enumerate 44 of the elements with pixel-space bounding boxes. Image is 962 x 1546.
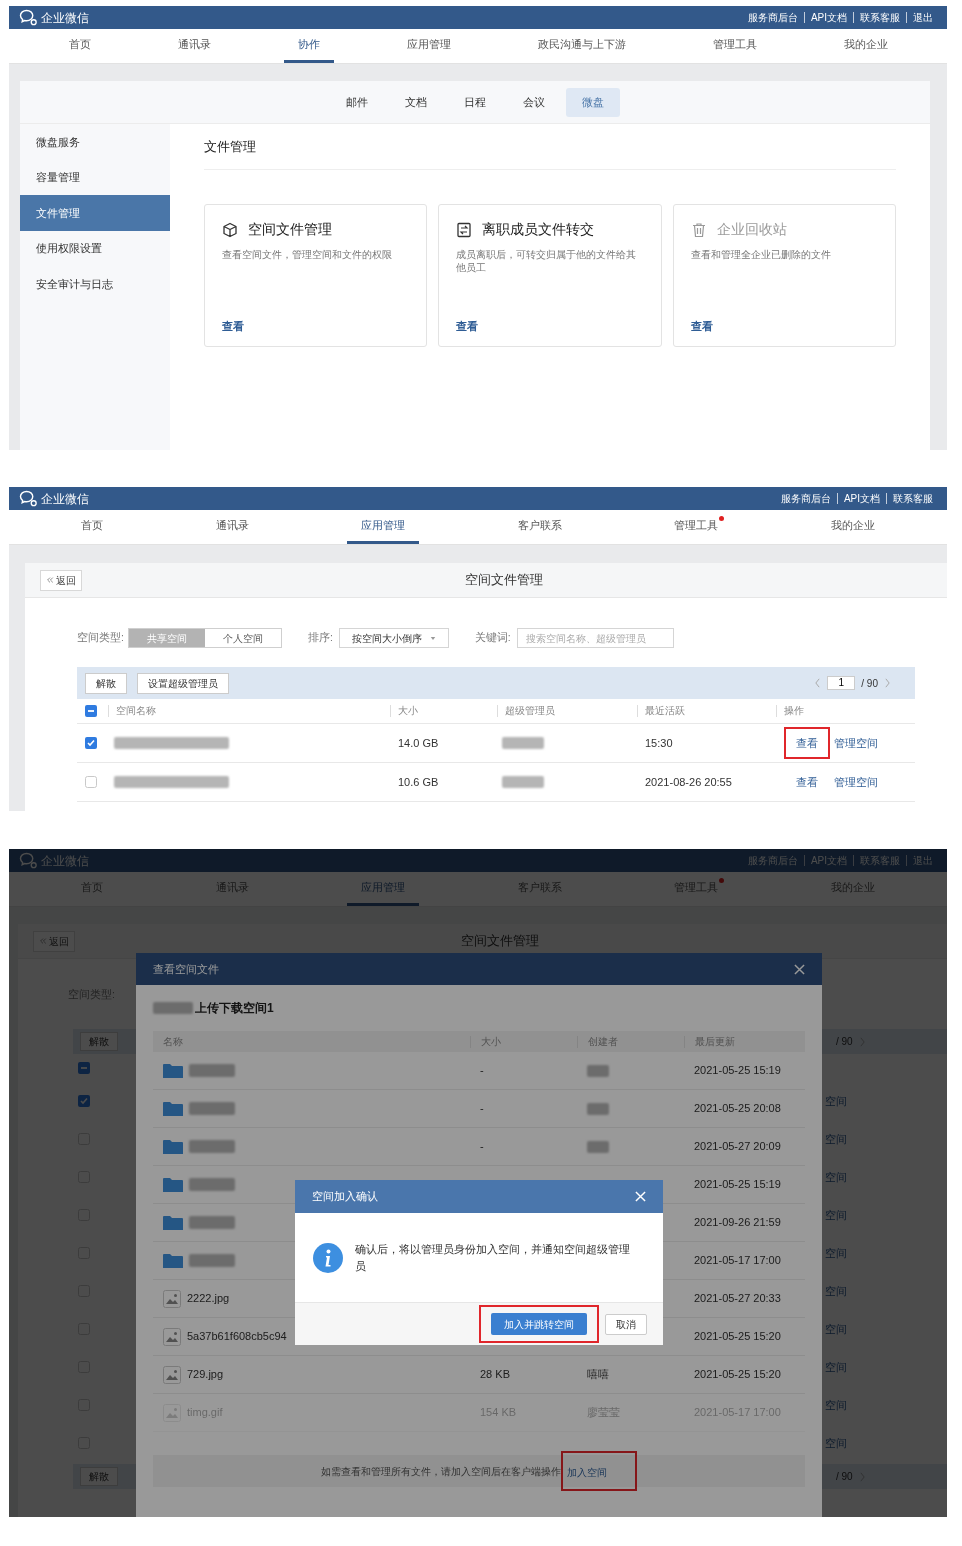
- column-header: 超级管理员: [497, 705, 555, 717]
- column-header: 空间名称: [108, 705, 156, 717]
- dialog-message: 确认后，将以管理员身份加入空间，并通知空间超级管理员: [355, 1241, 631, 1274]
- table-cell: 2021-08-26 20:55: [645, 775, 732, 788]
- filter-label: 关键词:: [474, 630, 511, 646]
- card-description: 查看空间文件，管理空间和文件的权限: [222, 248, 393, 261]
- card-description: 成员离职后，可转交归属于他的文件给其他员工: [456, 248, 638, 274]
- table-cell: 2021-05-27 20:33: [694, 1292, 781, 1305]
- table-cell: 2021-05-25 20:08: [694, 1102, 781, 1115]
- table-cell: 2021-05-25 15:19: [694, 1178, 781, 1191]
- table-cell: -: [480, 1064, 484, 1077]
- table-cell: -: [480, 1140, 484, 1153]
- card-title: 空间文件管理: [248, 220, 332, 239]
- table-cell: 14.0 GB: [398, 736, 439, 749]
- card-title: 离职成员文件转交: [482, 220, 595, 239]
- column-header: 大小: [390, 705, 418, 717]
- table-cell: 28 KB: [480, 1368, 510, 1381]
- dialog-title: 空间加入确认: [312, 1189, 378, 1205]
- dialog-title: 查看空间文件: [153, 961, 219, 977]
- filter-label: 排序:: [307, 630, 333, 646]
- space-name: 上传下载空间1: [195, 1000, 274, 1017]
- page-total: / 90: [861, 676, 878, 691]
- filter-label: 空间类型:: [77, 630, 124, 646]
- table-cell: 2021-05-25 15:20: [694, 1368, 781, 1381]
- notice-text: 如需查看和管理所有文件，请加入空间后在客户端操作: [321, 1464, 561, 1479]
- page-title: 空间文件管理: [463, 571, 543, 590]
- table-cell: 2021-05-25 15:19: [694, 1064, 781, 1077]
- column-header: 最近活跃: [637, 705, 685, 717]
- card-description: 查看和管理全企业已删除的文件: [690, 248, 832, 261]
- table-cell: 2021-05-25 15:20: [694, 1330, 781, 1343]
- table-cell: 15:30: [645, 736, 673, 749]
- table-cell: 2021-05-27 20:09: [694, 1140, 781, 1153]
- table-cell: -: [480, 1102, 484, 1115]
- table-cell: 2021-09-26 21:59: [694, 1216, 781, 1229]
- table-cell: 2021-05-17 17:00: [694, 1254, 781, 1267]
- file-name: 729.jpg: [187, 1367, 224, 1383]
- card-title: 企业回收站: [716, 220, 787, 239]
- table-cell: 10.6 GB: [398, 775, 439, 788]
- file-name: 2222.jpg: [187, 1291, 230, 1307]
- column-header: 名称: [162, 1035, 183, 1048]
- section-title: 文件管理: [204, 137, 256, 156]
- file-name: 5a37b61f608cb5c94: [187, 1329, 287, 1345]
- table-cell-text: 嘻嘻: [587, 1367, 609, 1383]
- column-header: 操作: [776, 705, 804, 717]
